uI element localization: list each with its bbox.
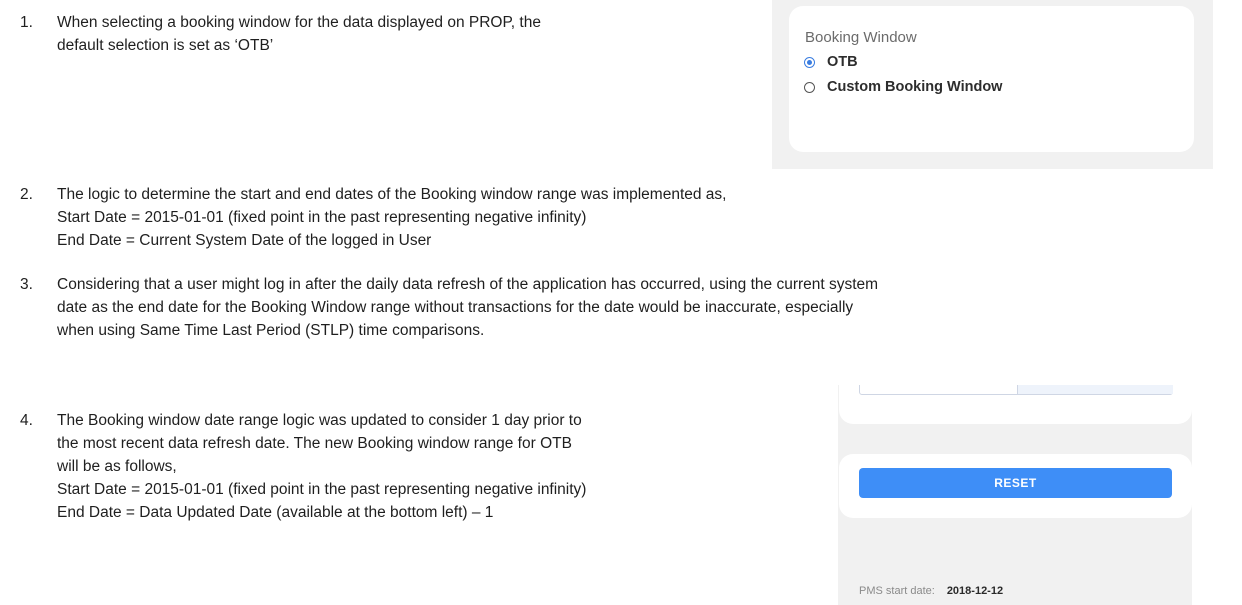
text-line: When selecting a booking window for the … [57, 14, 541, 31]
pms-start-date: PMS start date: 2018-12-12 [859, 585, 1003, 597]
list-number: 3. [20, 276, 33, 293]
list-text: Considering that a user might log in aft… [57, 273, 878, 342]
text-line: The logic to determine the start and end… [57, 186, 727, 203]
radio-option-otb[interactable]: OTB [804, 52, 858, 72]
list-text: The Booking window date range logic was … [57, 409, 586, 524]
date-range-field[interactable] [859, 385, 1173, 395]
list-number: 1. [20, 14, 33, 31]
radio-label: OTB [827, 54, 858, 70]
text-line: the most recent data refresh date. The n… [57, 435, 572, 452]
text-line: The Booking window date range logic was … [57, 412, 582, 429]
text-line: Considering that a user might log in aft… [57, 276, 879, 293]
text-line: date as the end date for the Booking Win… [57, 299, 854, 316]
pms-start-value: 2018-12-12 [946, 585, 1004, 597]
list-number: 4. [20, 412, 33, 429]
radio-label: Custom Booking Window [827, 79, 1003, 95]
radio-option-custom[interactable]: Custom Booking Window [804, 77, 1002, 97]
reset-card: RESET [839, 454, 1192, 518]
text-line: will be as follows, [57, 458, 177, 475]
date-range-field-end[interactable] [1017, 385, 1173, 394]
booking-window-card: Booking Window OTB Custom Booking Window [789, 6, 1194, 152]
text-line: End Date = Current System Date of the lo… [57, 232, 432, 249]
reset-button[interactable]: RESET [859, 468, 1172, 498]
list-number: 2. [20, 186, 33, 203]
text-line: End Date = Data Updated Date (available … [57, 504, 494, 521]
booking-window-title: Booking Window [805, 29, 917, 46]
list-text: When selecting a booking window for the … [57, 11, 541, 57]
text-line: when using Same Time Last Period (STLP) … [57, 322, 485, 339]
text-line: Start Date = 2015-01-01 (fixed point in … [57, 209, 587, 226]
date-range-card [839, 385, 1192, 424]
text-line: default selection is set as ‘OTB’ [57, 37, 274, 54]
text-line: Start Date = 2015-01-01 (fixed point in … [57, 481, 587, 498]
pms-start-label: PMS start date: [859, 585, 935, 597]
list-text: The logic to determine the start and end… [57, 183, 726, 252]
radio-unchecked-icon[interactable] [804, 81, 815, 93]
booking-window-screenshot: Booking Window OTB Custom Booking Window [772, 0, 1213, 169]
reset-panel-screenshot: RESET PMS start date: 2018-12-12 [838, 385, 1192, 605]
radio-checked-icon[interactable] [804, 56, 815, 68]
